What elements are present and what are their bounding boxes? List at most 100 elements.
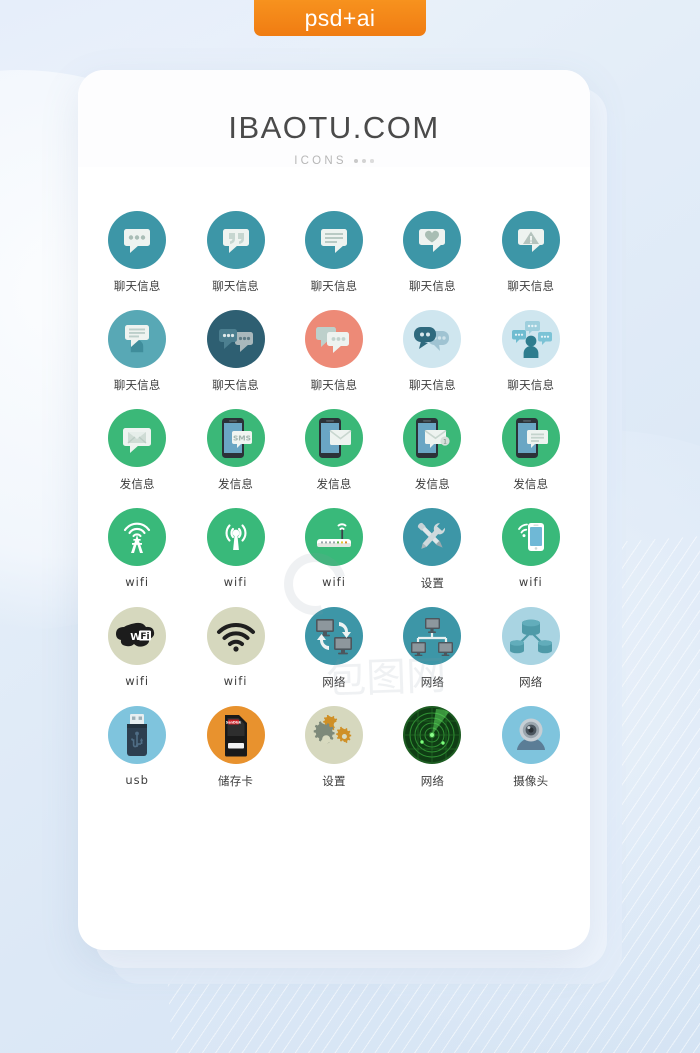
- icon-label: 聊天信息: [212, 378, 259, 392]
- icon-label: wifi: [125, 674, 150, 688]
- antenna-signal-icon[interactable]: [206, 508, 265, 566]
- svg-text:Fi: Fi: [141, 632, 150, 642]
- wifi-wordmark-icon[interactable]: Wi Fi: [108, 607, 167, 665]
- icon-cell-chat-pair[interactable]: 聊天信息: [383, 310, 481, 393]
- chat-bubble-warning-icon[interactable]: [501, 211, 560, 269]
- envelope-bubble-icon[interactable]: [108, 409, 167, 467]
- icon-grid: 聊天信息 聊天信息 聊天信息 聊天信息 聊天信息 聊天信息 聊天信息 聊天信息: [88, 211, 580, 789]
- icon-cell-webcam[interactable]: 摄像头: [482, 706, 580, 789]
- icon-label: 聊天信息: [408, 279, 456, 293]
- chat-bubble-heart-icon[interactable]: [403, 211, 462, 269]
- icon-cell-msg-mail-badge[interactable]: 1 发信息: [383, 409, 481, 492]
- icon-cell-chat-quote[interactable]: 聊天信息: [186, 211, 284, 294]
- chat-bubble-dots-icon[interactable]: [108, 211, 167, 269]
- icon-label: 网络: [519, 675, 543, 689]
- user-with-bubbles-icon[interactable]: [501, 310, 560, 368]
- icon-label: 聊天信息: [507, 279, 555, 293]
- icon-label: usb: [125, 773, 149, 787]
- two-chat-bubbles-overlap-icon[interactable]: [304, 310, 363, 368]
- icon-cell-wifi-tower[interactable]: wifi: [88, 508, 186, 591]
- radar-scope-icon[interactable]: [403, 706, 462, 764]
- icon-cell-chat-lines[interactable]: 聊天信息: [285, 211, 383, 294]
- icon-cell-chat-dots[interactable]: 聊天信息: [88, 211, 186, 294]
- icon-label: 网络: [420, 675, 445, 689]
- icon-cell-usb-drive[interactable]: usb: [88, 706, 186, 789]
- icon-cell-radar[interactable]: 网络: [383, 706, 481, 789]
- icon-label: 聊天信息: [113, 378, 161, 392]
- icon-label: 摄像头: [513, 774, 549, 788]
- icon-label: 发信息: [316, 477, 352, 491]
- sd-card-icon[interactable]: SanDisk: [206, 706, 265, 764]
- phone-bubble-icon[interactable]: [501, 409, 560, 467]
- chat-bubble-pair-icon[interactable]: [403, 310, 462, 368]
- icon-label: 储存卡: [218, 774, 254, 788]
- database-cluster-icon[interactable]: [501, 607, 560, 665]
- router-icon[interactable]: [304, 508, 363, 566]
- icon-cell-chat-two-salmon[interactable]: 聊天信息: [285, 310, 383, 393]
- phone-envelope-icon[interactable]: [304, 409, 363, 467]
- icon-label: 聊天信息: [507, 378, 555, 392]
- icon-label: wifi: [322, 575, 346, 589]
- icon-label: 发信息: [218, 477, 254, 491]
- webcam-icon[interactable]: [501, 706, 560, 764]
- icon-cell-wifi-arcs[interactable]: wifi: [186, 607, 284, 690]
- wifi-arcs-icon[interactable]: [206, 607, 265, 665]
- icon-label: 网络: [322, 675, 346, 689]
- phone-wifi-icon[interactable]: [501, 508, 560, 566]
- svg-text:SanDisk: SanDisk: [225, 721, 241, 725]
- icon-cell-chat-heart[interactable]: 聊天信息: [383, 211, 481, 294]
- icon-cell-chat-user-lines[interactable]: 聊天信息: [88, 310, 186, 393]
- icon-panel: 聊天信息 聊天信息 聊天信息 聊天信息 聊天信息 聊天信息 聊天信息 聊天信息: [88, 189, 580, 813]
- icon-cell-msg-sms[interactable]: SMS 发信息: [186, 409, 284, 492]
- icon-label: 设置: [322, 774, 346, 788]
- icon-cell-wifi-phone[interactable]: wifi: [482, 508, 580, 591]
- icon-label: 聊天信息: [408, 378, 456, 392]
- icon-cell-wifi-antenna[interactable]: wifi: [186, 508, 284, 591]
- icon-cell-gears[interactable]: 设置: [285, 706, 383, 789]
- lan-topology-icon[interactable]: [403, 607, 462, 665]
- icon-label: 聊天信息: [113, 279, 161, 293]
- icon-label: 网络: [420, 774, 445, 788]
- page-title: IBAOTU.COM: [228, 110, 440, 145]
- cell-tower-icon[interactable]: [108, 508, 167, 566]
- usb-flash-drive-icon[interactable]: [108, 706, 167, 764]
- format-tag: psd+ai: [254, 0, 426, 36]
- icon-label: 聊天信息: [212, 279, 259, 293]
- chat-bubble-user-icon[interactable]: [108, 310, 167, 368]
- gears-icon[interactable]: [304, 706, 363, 764]
- card-header: IBAOTU.COM ICONS: [78, 70, 590, 167]
- icon-cell-chat-two-dark[interactable]: 聊天信息: [186, 310, 284, 393]
- icon-label: wifi: [125, 575, 150, 589]
- icon-cell-msg-bubble[interactable]: 发信息: [482, 409, 580, 492]
- two-chat-bubbles-icon[interactable]: [206, 310, 265, 368]
- svg-text:SMS: SMS: [233, 434, 251, 443]
- icon-label: 发信息: [414, 477, 450, 491]
- svg-text:1: 1: [443, 439, 447, 446]
- wrench-screwdriver-icon[interactable]: [403, 508, 462, 566]
- phone-envelope-badge-icon[interactable]: 1: [403, 409, 462, 467]
- icon-label: 聊天信息: [310, 378, 358, 392]
- chat-bubble-lines-icon[interactable]: [304, 211, 363, 269]
- icon-cell-wifi-router[interactable]: wifi: [285, 508, 383, 591]
- subtitle-row: ICONS: [78, 155, 590, 167]
- chat-bubble-quote-icon[interactable]: [206, 211, 265, 269]
- icon-cell-net-lan[interactable]: 网络: [383, 607, 481, 690]
- icon-cell-chat-warning[interactable]: 聊天信息: [482, 211, 580, 294]
- icon-cell-chat-user-group[interactable]: 聊天信息: [482, 310, 580, 393]
- icon-cell-settings-tools[interactable]: 设置: [383, 508, 481, 591]
- icon-label: 发信息: [513, 477, 549, 491]
- icon-label: 聊天信息: [310, 279, 358, 293]
- icon-label: wifi: [518, 575, 543, 589]
- three-dots-icon: [353, 158, 374, 164]
- icon-cell-sd-card[interactable]: SanDisk 储存卡: [186, 706, 284, 789]
- icon-label: 设置: [420, 576, 445, 590]
- icon-label: 发信息: [119, 477, 155, 491]
- phone-sms-icon[interactable]: SMS: [206, 409, 265, 467]
- icon-cell-msg-mail[interactable]: 发信息: [285, 409, 383, 492]
- icon-label: wifi: [223, 674, 248, 688]
- two-monitors-sync-icon[interactable]: [304, 607, 363, 665]
- icon-cell-wifi-logo[interactable]: Wi Fi wifi: [88, 607, 186, 690]
- icon-cell-net-db[interactable]: 网络: [482, 607, 580, 690]
- icon-cell-net-sync[interactable]: 网络: [285, 607, 383, 690]
- icon-cell-msg-envelope[interactable]: 发信息: [88, 409, 186, 492]
